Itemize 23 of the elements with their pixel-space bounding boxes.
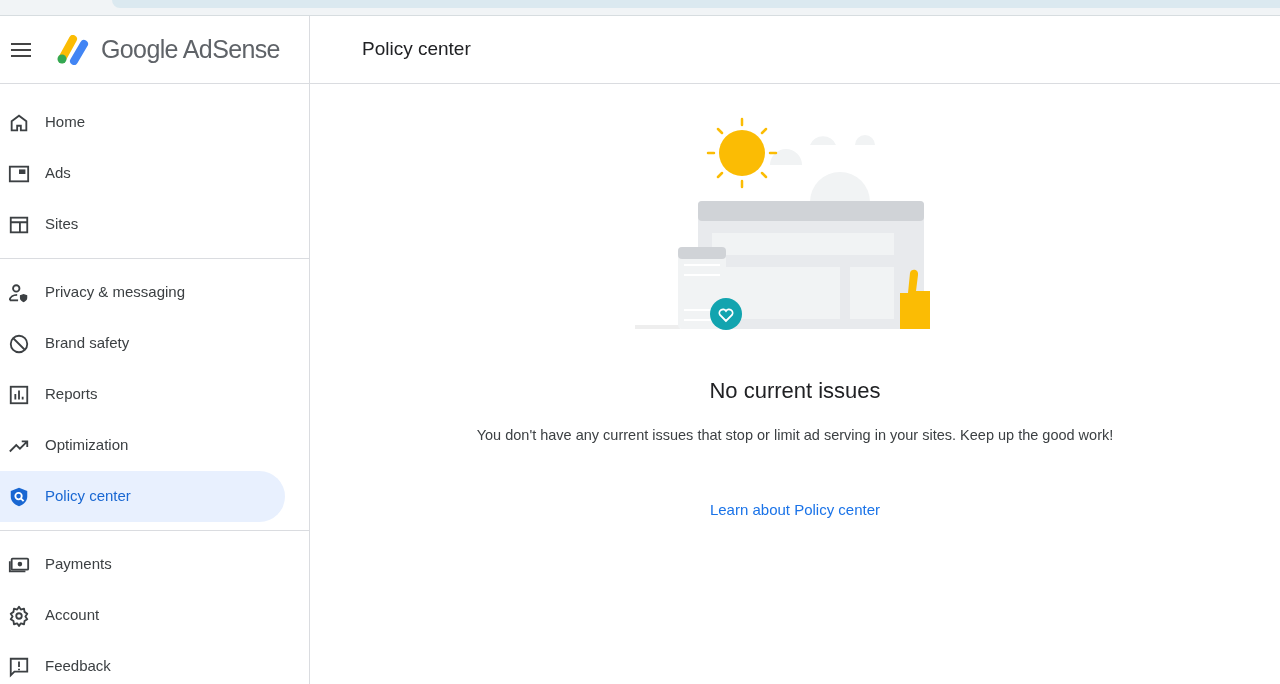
person-shield-icon xyxy=(8,281,30,304)
bar-chart-icon xyxy=(8,383,30,406)
nav-item[interactable]: Ads xyxy=(0,148,285,199)
shield-search-icon xyxy=(8,485,30,508)
empty-state-title: No current issues xyxy=(709,377,881,405)
nav-item[interactable]: Sites xyxy=(0,199,285,250)
page-title: Policy center xyxy=(362,37,471,62)
nav-item[interactable]: Optimization xyxy=(0,420,285,471)
product-name: Google AdSense xyxy=(101,33,280,65)
nav-item[interactable]: Brand safety xyxy=(0,318,285,369)
nav-item[interactable]: Home xyxy=(0,97,285,148)
feedback-icon xyxy=(8,655,30,678)
nav-item[interactable]: Payments xyxy=(0,539,285,590)
nav-item[interactable]: Account xyxy=(0,590,285,641)
menu-icon xyxy=(11,42,31,57)
nav-item[interactable]: Privacy & messaging xyxy=(0,267,285,318)
block-icon xyxy=(8,332,30,355)
settings-icon xyxy=(8,604,30,627)
nav-item[interactable]: Reports xyxy=(0,369,285,420)
empty-state-message: You don't have any current issues that stop or limit ad serving in your sites. Keep up the good work! xyxy=(476,426,1114,445)
nav-item[interactable]: Feedback xyxy=(0,641,285,684)
nav-item[interactable]: Policy center xyxy=(0,471,285,522)
learn-more-link[interactable]: Learn about Policy center xyxy=(709,498,881,522)
